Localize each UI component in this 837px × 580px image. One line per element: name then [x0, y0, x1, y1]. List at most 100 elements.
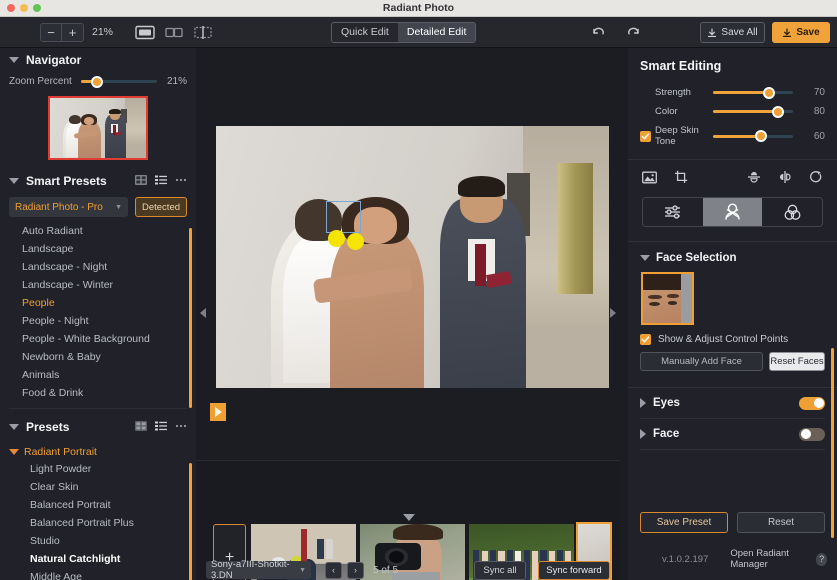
panel-divider: [640, 449, 825, 450]
undo-icon[interactable]: [590, 24, 607, 41]
preset-group-radiant-portrait[interactable]: Radiant Portrait: [0, 444, 196, 460]
eye-marker[interactable]: [347, 233, 364, 250]
face-toggle[interactable]: [799, 427, 825, 441]
compare-view-icon[interactable]: [164, 25, 184, 40]
redo-icon[interactable]: [625, 24, 642, 41]
chevron-down-icon[interactable]: [640, 255, 650, 261]
reset-faces-button[interactable]: Reset Faces: [769, 352, 825, 371]
before-after-toggle-icon[interactable]: [210, 403, 226, 421]
strength-slider[interactable]: [713, 86, 793, 99]
zoom-in-button[interactable]: +: [62, 22, 84, 42]
face-detection-box[interactable]: [326, 201, 361, 233]
show-control-points-checkbox[interactable]: [640, 334, 651, 345]
save-button[interactable]: Save: [772, 22, 830, 43]
deep-skin-tone-slider[interactable]: [713, 130, 793, 142]
detected-button[interactable]: Detected: [135, 197, 187, 217]
chevron-right-icon[interactable]: [640, 398, 646, 408]
smart-preset-item[interactable]: Newborn & Baby: [0, 348, 196, 366]
collapse-right-panel-icon[interactable]: [610, 308, 616, 318]
split-view-icon[interactable]: [193, 25, 213, 40]
eyes-toggle[interactable]: [799, 396, 825, 410]
reset-button[interactable]: Reset: [737, 512, 825, 533]
grid-view-icon[interactable]: [135, 174, 147, 188]
chevron-down-icon[interactable]: [9, 178, 19, 184]
detected-face-thumbnail[interactable]: [641, 272, 694, 325]
smart-preset-item[interactable]: Animals: [0, 366, 196, 384]
smart-preset-collection-select[interactable]: Radiant Photo - Pro ▼: [9, 197, 128, 217]
preset-item[interactable]: Middle Age: [0, 568, 196, 580]
presets-scrollbar[interactable]: [189, 463, 192, 580]
crop-icon[interactable]: [674, 170, 689, 187]
collapse-left-panel-icon[interactable]: [200, 308, 206, 318]
smart-presets-scrollbar[interactable]: [189, 228, 192, 408]
smart-presets-section-header[interactable]: Smart Presets: [0, 169, 196, 193]
smart-preset-item-selected[interactable]: People: [0, 294, 196, 312]
tab-quick-edit[interactable]: Quick Edit: [332, 23, 398, 42]
flip-vertical-icon[interactable]: [747, 170, 761, 187]
eyes-section-row[interactable]: Eyes: [628, 388, 837, 418]
chevron-right-icon[interactable]: [640, 429, 646, 439]
smart-preset-collection-value: Radiant Photo - Pro: [15, 201, 103, 213]
presets-section-header[interactable]: Presets: [0, 415, 196, 439]
chevron-down-icon[interactable]: [9, 449, 19, 455]
navigator-title: Navigator: [26, 53, 82, 67]
chevron-down-icon[interactable]: [9, 57, 19, 63]
zoom-out-button[interactable]: −: [40, 22, 62, 42]
main-photo[interactable]: [216, 126, 609, 388]
face-section-row[interactable]: Face: [628, 419, 837, 449]
deep-skin-tone-value: 60: [813, 130, 825, 142]
color-grading-icon[interactable]: [762, 198, 822, 226]
smart-preset-item[interactable]: People - Night: [0, 312, 196, 330]
flip-horizontal-icon[interactable]: [778, 170, 792, 187]
file-name-select[interactable]: Sony-a7III-Shotkit-3.DN ▼: [206, 559, 311, 580]
zoom-percent-slider[interactable]: [81, 75, 157, 88]
right-panel-scrollbar[interactable]: [831, 348, 834, 538]
sync-forward-button[interactable]: Sync forward: [538, 560, 610, 580]
tab-detailed-edit[interactable]: Detailed Edit: [397, 23, 476, 42]
single-view-icon[interactable]: [135, 25, 155, 40]
preset-item-active[interactable]: Natural Catchlight: [0, 550, 196, 568]
portrait-retouch-icon[interactable]: [702, 198, 763, 226]
smart-preset-item[interactable]: Landscape - Winter: [0, 276, 196, 294]
save-preset-button[interactable]: Save Preset: [640, 512, 728, 533]
sync-all-button[interactable]: Sync all: [474, 560, 526, 580]
smart-preset-item[interactable]: Food & Drink: [0, 384, 196, 402]
list-view-icon[interactable]: [155, 175, 167, 188]
rotate-icon[interactable]: [809, 170, 823, 187]
preset-item[interactable]: Balanced Portrait: [0, 496, 196, 514]
help-icon[interactable]: ?: [816, 552, 827, 566]
previous-photo-button[interactable]: ‹: [325, 561, 342, 579]
save-all-button[interactable]: Save All: [700, 22, 765, 43]
color-value: 80: [813, 106, 825, 117]
preset-item[interactable]: Studio: [0, 532, 196, 550]
eye-marker[interactable]: [328, 230, 345, 247]
face-selection-title: Face Selection: [656, 252, 737, 264]
open-radiant-manager-link[interactable]: Open Radiant Manager: [730, 548, 811, 570]
adjustments-icon[interactable]: [643, 198, 703, 226]
more-options-icon[interactable]: [175, 421, 187, 434]
canvas-area[interactable]: [196, 48, 620, 460]
smart-preset-item[interactable]: Landscape: [0, 240, 196, 258]
image-icon[interactable]: [642, 171, 657, 187]
navigator-thumbnail[interactable]: [48, 96, 148, 160]
deep-skin-tone-checkbox[interactable]: [640, 130, 651, 142]
smart-preset-item[interactable]: People - White Background: [0, 330, 196, 348]
more-options-icon[interactable]: [175, 175, 187, 188]
view-mode-group: [135, 25, 213, 40]
face-selection-header[interactable]: Face Selection: [628, 242, 837, 266]
next-photo-button[interactable]: ›: [347, 561, 364, 579]
navigator-section-header[interactable]: Navigator: [0, 48, 196, 72]
edit-mode-tabs: Quick Edit Detailed Edit: [331, 22, 477, 43]
preset-item[interactable]: Balanced Portrait Plus: [0, 514, 196, 532]
preset-item[interactable]: Light Powder: [0, 460, 196, 478]
version-label: v.1.0.2.197: [662, 553, 709, 565]
filmstrip-selection-caret: [403, 514, 415, 521]
preset-item[interactable]: Clear Skin: [0, 478, 196, 496]
chevron-down-icon[interactable]: [9, 424, 19, 430]
manually-add-face-button[interactable]: Manually Add Face: [640, 352, 763, 371]
grid-view-icon[interactable]: [135, 420, 147, 434]
smart-preset-item[interactable]: Landscape - Night: [0, 258, 196, 276]
color-slider[interactable]: [713, 105, 793, 118]
smart-preset-item[interactable]: Auto Radiant: [0, 222, 196, 240]
list-view-icon[interactable]: [155, 421, 167, 434]
